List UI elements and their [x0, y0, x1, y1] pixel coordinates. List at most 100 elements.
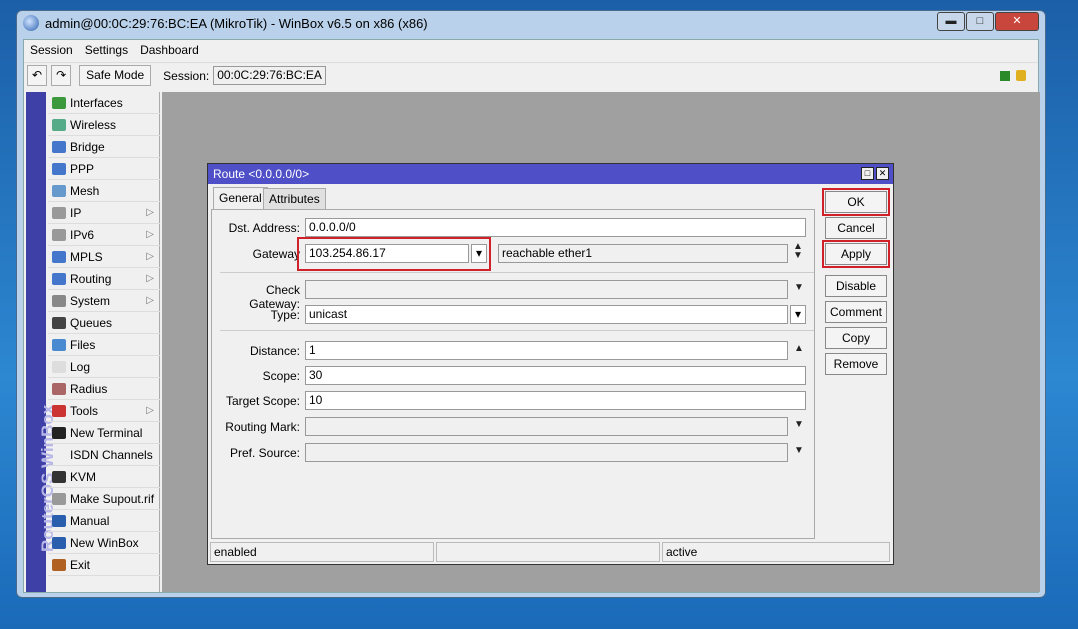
menu-item-icon: [52, 96, 66, 109]
cancel-button[interactable]: Cancel: [825, 217, 887, 239]
type-label: Type:: [270, 308, 300, 322]
dropdown-arrow-icon[interactable]: ▼: [794, 419, 804, 430]
sidebar-item-mpls[interactable]: MPLS ▷: [48, 246, 160, 268]
sidebar-item-radius[interactable]: Radius: [48, 378, 160, 400]
sidebar-item-label: Make Supout.rif: [70, 491, 155, 506]
general-panel: Dst. Address: 0.0.0.0/0 Gateway 103.254.…: [211, 209, 815, 539]
updown-icon[interactable]: ▲ ▼: [793, 242, 803, 261]
menu-item-icon: [52, 206, 66, 219]
menu-settings[interactable]: Settings: [85, 43, 128, 57]
menu-item-icon: [52, 404, 66, 417]
sidebar-item-label: Interfaces: [70, 95, 123, 110]
sidebar-item-log[interactable]: Log: [48, 356, 160, 378]
divider: [220, 330, 814, 331]
copy-button[interactable]: Copy: [825, 327, 887, 349]
sidebar-item-exit[interactable]: Exit: [48, 554, 160, 576]
sidebar-item-label: Files: [70, 337, 96, 352]
submenu-arrow-icon: ▷: [146, 273, 154, 284]
menu-item-icon: [52, 514, 66, 527]
sidebar-item-label: Manual: [70, 513, 110, 528]
sidebar-item-files[interactable]: Files: [48, 334, 160, 356]
sidebar-item-label: Exit: [70, 557, 91, 572]
sidebar-item-label: Queues: [70, 315, 113, 330]
sidebar-item-ipv6[interactable]: IPv6 ▷: [48, 224, 160, 246]
sidebar-item-isdn-channels[interactable]: ISDN Channels: [48, 444, 160, 466]
redo-button[interactable]: ↷: [51, 65, 72, 86]
sidebar-item-label: ISDN Channels: [70, 447, 153, 462]
session-field: 00:0C:29:76:BC:EA: [213, 66, 326, 85]
maximize-button[interactable]: □: [966, 12, 994, 31]
dropdown-arrow-icon[interactable]: ▼: [794, 445, 804, 456]
sidebar-item-new-terminal[interactable]: New Terminal: [48, 422, 160, 444]
comment-button[interactable]: Comment: [825, 301, 887, 323]
collapse-arrow-icon[interactable]: ▲: [794, 343, 804, 354]
sidebar-item-mesh[interactable]: Mesh: [48, 180, 160, 202]
type-select[interactable]: unicast: [305, 305, 788, 324]
sidebar-item-interfaces[interactable]: Interfaces: [48, 92, 160, 114]
pref-source-select[interactable]: [305, 443, 788, 462]
undo-button[interactable]: ↶: [27, 65, 48, 86]
close-button[interactable]: ✕: [995, 12, 1039, 31]
dialog-close-button[interactable]: ✕: [876, 167, 889, 180]
check-gateway-select[interactable]: [305, 280, 788, 299]
ok-button[interactable]: OK: [822, 188, 890, 216]
lock-icon: [1016, 70, 1026, 81]
sidebar-item-routing[interactable]: Routing ▷: [48, 268, 160, 290]
apply-button[interactable]: Apply: [822, 240, 890, 268]
minimize-button[interactable]: ▬: [937, 12, 965, 31]
menu-item-icon: [52, 360, 66, 373]
menu-dashboard[interactable]: Dashboard: [140, 43, 199, 57]
sidebar: RouterOS WinBox Interfaces Wireless Bridge…: [26, 92, 160, 592]
scope-input[interactable]: 30: [305, 366, 806, 385]
sidebar-item-kvm[interactable]: KVM: [48, 466, 160, 488]
gateway-status-field: reachable ether1: [498, 244, 788, 263]
sidebar-item-label: Radius: [70, 381, 108, 396]
menu-item-icon: [52, 338, 66, 351]
menu-item-icon: [52, 536, 66, 549]
sidebar-item-label: IP: [70, 205, 82, 220]
sidebar-item-queues[interactable]: Queues: [48, 312, 160, 334]
distance-input[interactable]: 1: [305, 341, 788, 360]
routing-mark-label: Routing Mark:: [225, 420, 300, 434]
sidebar-item-label: Log: [70, 359, 91, 374]
type-dropdown-icon[interactable]: ▾: [790, 305, 806, 324]
menu-item-icon: [52, 294, 66, 307]
disable-button[interactable]: Disable: [825, 275, 887, 297]
sidebar-item-bridge[interactable]: Bridge: [48, 136, 160, 158]
sidebar-item-system[interactable]: System ▷: [48, 290, 160, 312]
remove-button[interactable]: Remove: [825, 353, 887, 375]
gateway-input[interactable]: 103.254.86.17: [305, 244, 469, 263]
sidebar-item-label: IPv6: [70, 227, 95, 242]
window-title: admin@00:0C:29:76:BC:EA (MikroTik) - Win…: [45, 15, 428, 31]
menu-item-icon: [52, 449, 66, 461]
sidebar-item-make-supout-rif[interactable]: Make Supout.rif: [48, 488, 160, 510]
tab-general[interactable]: General: [213, 187, 268, 209]
sidebar-item-label: System: [70, 293, 111, 308]
sidebar-item-new-winbox[interactable]: New WinBox: [48, 532, 160, 554]
route-dialog: Route <0.0.0.0/0> □ ✕ General Attributes…: [207, 163, 894, 565]
routing-mark-select[interactable]: [305, 417, 788, 436]
sidebar-item-label: KVM: [70, 469, 97, 484]
dialog-maximize-button[interactable]: □: [861, 167, 874, 180]
sidebar-item-label: New WinBox: [70, 535, 139, 550]
sidebar-item-label: PPP: [70, 161, 95, 176]
dst-address-input[interactable]: 0.0.0.0/0: [305, 218, 806, 237]
sidebar-item-tools[interactable]: Tools ▷: [48, 400, 160, 422]
gateway-dropdown-icon[interactable]: ▾: [471, 244, 487, 263]
target-scope-input[interactable]: 10: [305, 391, 806, 410]
sidebar-item-wireless[interactable]: Wireless: [48, 114, 160, 136]
sidebar-item-ppp[interactable]: PPP: [48, 158, 160, 180]
tab-attributes[interactable]: Attributes: [263, 188, 326, 209]
menu-item-icon: [52, 470, 66, 483]
safe-mode-button[interactable]: Safe Mode: [79, 65, 152, 86]
dropdown-arrow-icon[interactable]: ▼: [794, 282, 804, 293]
sidebar-item-manual[interactable]: Manual: [48, 510, 160, 532]
dialog-title: Route <0.0.0.0/0>: [208, 164, 893, 184]
pref-source-label: Pref. Source:: [229, 446, 300, 460]
menu-session[interactable]: Session: [30, 43, 73, 57]
menu-item-icon: [52, 426, 66, 439]
sidebar-item-ip[interactable]: IP ▷: [48, 202, 160, 224]
menu-item-icon: [52, 118, 66, 131]
menu-item-icon: [52, 250, 66, 263]
menu-item-icon: [52, 558, 66, 571]
